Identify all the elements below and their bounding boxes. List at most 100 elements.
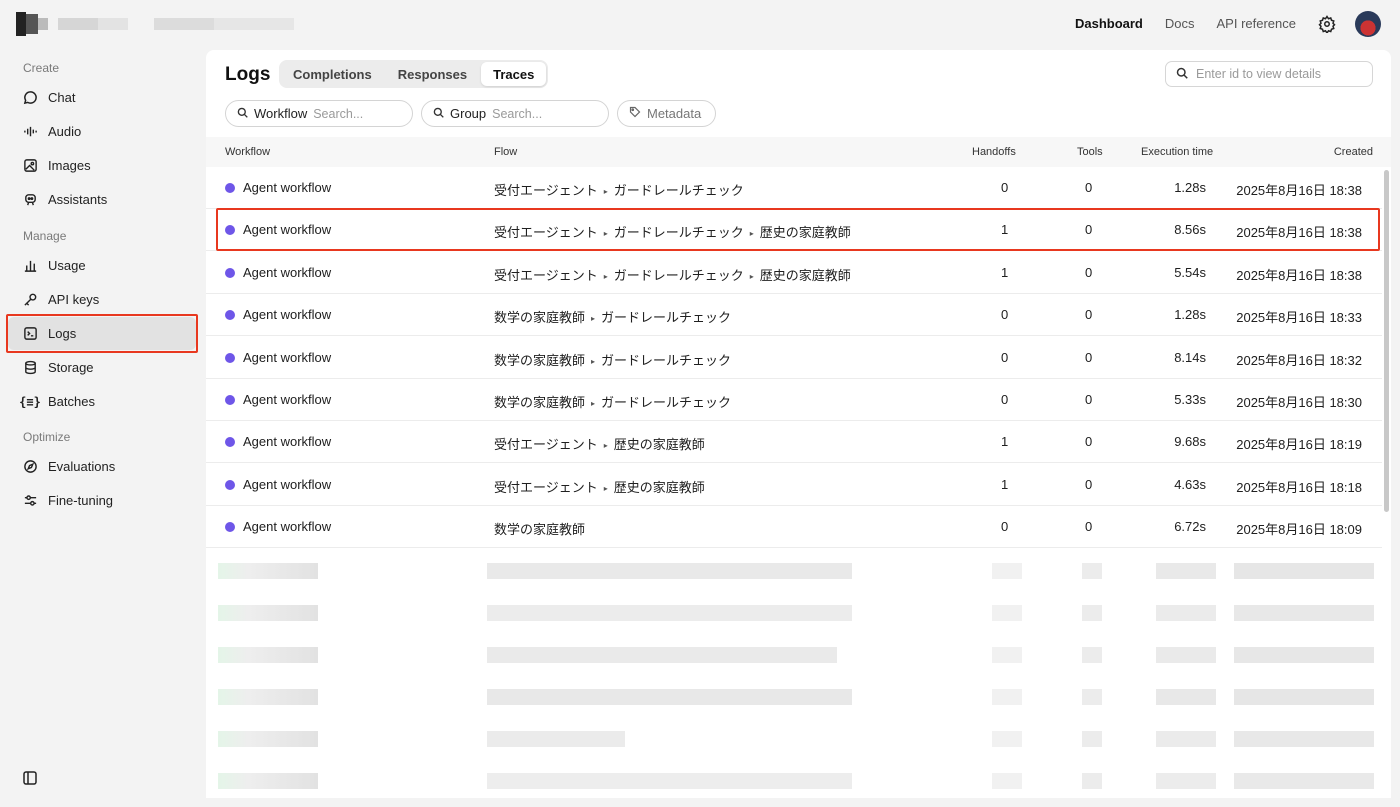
group-search-input[interactable] bbox=[492, 106, 573, 121]
status-dot bbox=[225, 522, 235, 533]
sidebar-item-label: Chat bbox=[48, 90, 76, 105]
tools-cell: 0 bbox=[1085, 264, 1093, 280]
top-bar: Dashboard Docs API reference bbox=[0, 0, 1400, 48]
created-cell: 2025年8月16日 18:19 bbox=[1236, 437, 1362, 453]
flow-step: ガードレールチェック bbox=[601, 395, 732, 410]
flow-arrow-icon: ▸ bbox=[591, 399, 596, 408]
table-scrollbar[interactable] bbox=[1384, 170, 1389, 512]
database-icon bbox=[22, 360, 38, 376]
gear-icon[interactable] bbox=[1316, 13, 1338, 35]
flow-arrow-icon: ▸ bbox=[591, 314, 596, 324]
column-tools[interactable]: Tools bbox=[1077, 146, 1103, 158]
status-dot bbox=[225, 395, 235, 405]
nav-docs[interactable]: Docs bbox=[1165, 16, 1195, 31]
column-workflow[interactable]: Workflow bbox=[225, 146, 270, 158]
flow-step: ガードレールチェック bbox=[601, 352, 732, 368]
sidebar-item-logs[interactable]: Logs bbox=[8, 317, 196, 350]
table-row[interactable]: Agent workflow 数学の家庭教師 ▸ ガードレールチェック 0 0 8.14s 2… bbox=[206, 337, 1382, 379]
created-cell: 2025年8月16日 18:38 bbox=[1236, 225, 1362, 241]
tools-cell: 0 bbox=[1085, 392, 1093, 407]
metadata-filter-label: Metadata bbox=[647, 106, 702, 121]
tag-icon bbox=[629, 106, 641, 121]
flow-step: 受付エージェント bbox=[494, 225, 598, 241]
search-icon bbox=[237, 106, 248, 121]
blurred-row bbox=[206, 759, 1382, 798]
sidebar-item-batches[interactable]: {≡} Batches bbox=[8, 385, 196, 418]
tools-cell: 0 bbox=[1085, 519, 1093, 535]
flow-step: 受付エージェント bbox=[494, 183, 598, 198]
tab-traces[interactable]: Traces bbox=[481, 62, 547, 86]
tools-cell: 0 bbox=[1085, 222, 1093, 238]
workflow-cell: Agent workflow bbox=[243, 222, 332, 238]
org-logo[interactable] bbox=[16, 12, 294, 36]
table-row[interactable]: Agent workflow 数学の家庭教師 ▸ ガードレールチェック 0 0 1.28s 2… bbox=[206, 294, 1382, 337]
nav-api-reference[interactable]: API reference bbox=[1217, 16, 1297, 31]
sidebar-item-label: API keys bbox=[48, 292, 100, 307]
sidebar-item-fine-tuning[interactable]: Fine-tuning bbox=[8, 484, 196, 517]
tab-responses[interactable]: Responses bbox=[386, 62, 479, 86]
sidebar-item-assistants[interactable]: Assistants bbox=[8, 183, 196, 216]
sidebar-collapse-icon[interactable] bbox=[22, 770, 38, 786]
sidebar-item-storage[interactable]: Storage bbox=[8, 351, 196, 384]
top-nav: Dashboard Docs API reference bbox=[1075, 16, 1296, 31]
section-optimize: Optimize bbox=[23, 430, 71, 444]
sidebar-item-audio[interactable]: Audio bbox=[8, 115, 196, 148]
execution-time-cell: 8.56s bbox=[1174, 222, 1206, 238]
nav-dashboard[interactable]: Dashboard bbox=[1075, 16, 1143, 31]
blurred-row bbox=[206, 675, 1382, 717]
created-cell: 2025年8月16日 18:18 bbox=[1236, 479, 1362, 495]
sidebar-item-chat[interactable]: Chat bbox=[8, 81, 196, 114]
column-handoffs[interactable]: Handoffs bbox=[972, 146, 1016, 158]
column-execution-time[interactable]: Execution time bbox=[1141, 146, 1213, 158]
sidebar-item-evaluations[interactable]: Evaluations bbox=[8, 450, 196, 483]
handoffs-cell: 0 bbox=[1001, 392, 1009, 407]
table-row[interactable]: Agent workflow 受付エージェント ▸ 歴史の家庭教師 1 0 4.63s 202… bbox=[206, 464, 1382, 506]
sidebar-item-usage[interactable]: Usage bbox=[8, 249, 196, 282]
terminal-icon bbox=[22, 326, 38, 342]
id-search-box[interactable] bbox=[1165, 61, 1373, 87]
column-created[interactable]: Created bbox=[1334, 146, 1373, 158]
flow-cell: 受付エージェント ▸ ガードレールチェック ▸ 歴史の家庭教師 bbox=[494, 222, 851, 241]
flow-step: ガードレールチェック bbox=[613, 267, 744, 283]
workflow-search-input[interactable] bbox=[313, 106, 394, 121]
tab-completions[interactable]: Completions bbox=[281, 62, 384, 86]
metadata-filter-button[interactable]: Metadata bbox=[617, 100, 716, 127]
blurred-row bbox=[206, 717, 1382, 759]
handoffs-cell: 1 bbox=[1001, 222, 1009, 238]
workflow-cell: Agent workflow bbox=[243, 434, 332, 450]
table-row[interactable]: Agent workflow 受付エージェント ▸ ガードレールチェック 0 0 1.28s… bbox=[206, 167, 1382, 209]
status-dot bbox=[225, 183, 235, 193]
status-dot bbox=[225, 225, 235, 236]
handoffs-cell: 0 bbox=[1001, 307, 1009, 323]
flow-step: 数学の家庭教師 bbox=[494, 395, 586, 410]
flow-arrow-icon: ▸ bbox=[591, 356, 596, 366]
flow-cell: 数学の家庭教師 ▸ ガードレールチェック bbox=[494, 307, 731, 326]
tools-cell: 0 bbox=[1085, 180, 1093, 195]
table-row[interactable]: Agent workflow 受付エージェント ▸ 歴史の家庭教師 1 0 9.68s 202… bbox=[206, 421, 1382, 464]
sidebar-item-label: Assistants bbox=[48, 192, 108, 207]
workflow-cell: Agent workflow bbox=[243, 264, 332, 280]
created-cell: 2025年8月16日 18:32 bbox=[1236, 352, 1362, 368]
id-search-input[interactable] bbox=[1196, 67, 1336, 81]
handoffs-cell: 1 bbox=[1001, 476, 1009, 492]
flow-cell: 受付エージェント ▸ ガードレールチェック bbox=[494, 180, 744, 199]
created-cell: 2025年8月16日 18:38 bbox=[1236, 183, 1362, 198]
flow-step: 歴史の家庭教師 bbox=[613, 437, 705, 453]
table-row[interactable]: Agent workflow 受付エージェント ▸ ガードレールチェック ▸ 歴史の家庭教… bbox=[206, 209, 1382, 252]
flow-cell: 受付エージェント ▸ ガードレールチェック ▸ 歴史の家庭教師 bbox=[494, 265, 851, 284]
group-filter[interactable]: Group bbox=[421, 100, 609, 127]
sidebar-item-api-keys[interactable]: API keys bbox=[8, 283, 196, 316]
execution-time-cell: 8.14s bbox=[1174, 349, 1206, 365]
table-header: Workflow Flow Handoffs Tools Execution t… bbox=[206, 137, 1391, 167]
avatar[interactable] bbox=[1355, 11, 1381, 37]
table-row[interactable]: Agent workflow 受付エージェント ▸ ガードレールチェック ▸ 歴史の家庭教… bbox=[206, 252, 1382, 294]
workflow-filter[interactable]: Workflow bbox=[225, 100, 413, 127]
flow-step: 数学の家庭教師 bbox=[494, 310, 586, 326]
table-row[interactable]: Agent workflow 数学の家庭教師 0 0 6.72s 2025年8月16日 1… bbox=[206, 506, 1382, 549]
sliders-icon bbox=[22, 493, 38, 509]
sidebar-item-images[interactable]: Images bbox=[8, 149, 196, 182]
page-title: Logs bbox=[225, 64, 271, 85]
workflow-cell: Agent workflow bbox=[243, 349, 332, 365]
table-row[interactable]: Agent workflow 数学の家庭教師 ▸ ガードレールチェック 0 0 5.33s 2… bbox=[206, 379, 1382, 421]
column-flow[interactable]: Flow bbox=[494, 146, 517, 158]
